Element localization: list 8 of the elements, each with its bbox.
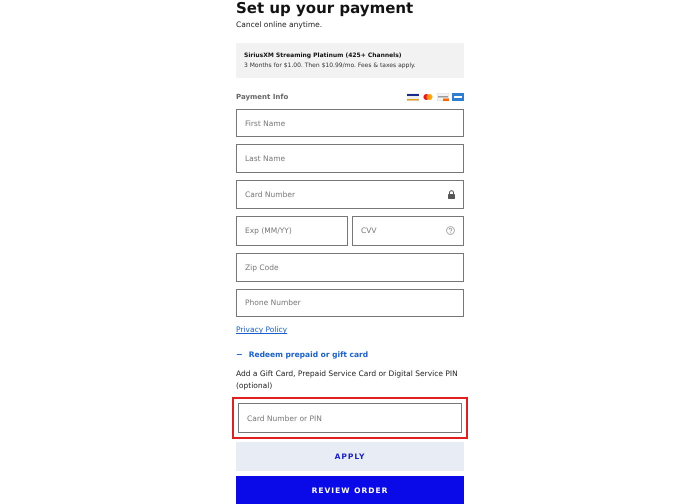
card-icon	[452, 92, 464, 101]
card-icon	[407, 92, 419, 101]
help-icon[interactable]	[446, 226, 455, 236]
lock-icon	[448, 190, 455, 199]
collapse-icon[interactable]: −	[236, 350, 243, 360]
page-title: Set up your payment	[236, 0, 414, 17]
card-icon	[422, 92, 434, 101]
card-icon	[437, 92, 449, 101]
